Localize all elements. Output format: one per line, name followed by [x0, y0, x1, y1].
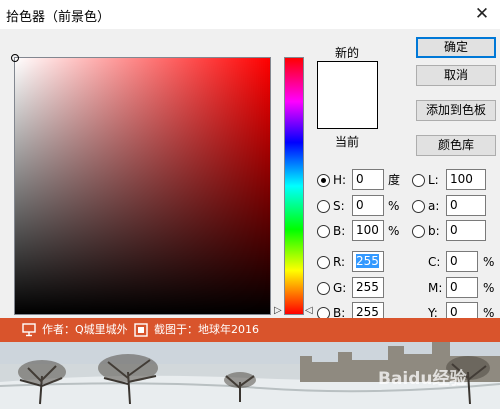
hue-field[interactable]: 0 — [352, 169, 384, 190]
radio-green[interactable] — [317, 282, 330, 295]
cyan-field[interactable]: 0 — [446, 251, 478, 272]
watermark-credit: 截图于：地球年2016 — [154, 323, 259, 336]
saturation-unit: % — [388, 199, 400, 213]
green-field[interactable]: 255 — [352, 277, 384, 298]
close-icon[interactable]: ✕ — [472, 4, 492, 24]
cancel-button[interactable]: 取消 — [416, 65, 496, 86]
screenshot-icon — [134, 323, 148, 337]
add-to-swatches-button[interactable]: 添加到色板 — [416, 100, 496, 121]
radio-brightness[interactable] — [317, 225, 330, 238]
brightness-field[interactable]: 100 — [352, 220, 384, 241]
new-color-swatch[interactable] — [317, 61, 378, 129]
hue-slider-left-arrow-icon[interactable]: ◁ — [305, 305, 313, 317]
red-field[interactable]: 255 — [352, 251, 384, 272]
magenta-unit: % — [483, 281, 495, 295]
radio-b-lab[interactable] — [412, 225, 425, 238]
a-field[interactable]: 0 — [446, 195, 486, 216]
color-cursor[interactable] — [11, 54, 19, 62]
hue-unit: 度 — [388, 173, 401, 187]
hue-slider[interactable] — [284, 57, 304, 315]
ok-button[interactable]: 确定 — [416, 37, 496, 58]
new-color-label: 新的 — [334, 46, 359, 60]
red-label: R: — [333, 255, 346, 269]
a-label: a: — [428, 199, 440, 213]
b-lab-field[interactable]: 0 — [446, 220, 486, 241]
hue-label: H: — [333, 173, 347, 187]
baidu-jingyan-watermark: Baidu经验 — [378, 369, 467, 389]
radio-a[interactable] — [412, 200, 425, 213]
radio-saturation[interactable] — [317, 200, 330, 213]
saturation-brightness-field[interactable] — [11, 54, 271, 315]
lightness-label: L: — [428, 173, 439, 187]
saturation-field[interactable]: 0 — [352, 195, 384, 216]
radio-lightness[interactable] — [412, 174, 425, 187]
green-label: G: — [333, 281, 347, 295]
current-color-label: 当前 — [334, 135, 359, 149]
cyan-label: C: — [428, 255, 441, 269]
watermark-author: 作者：Q城里城外 — [42, 323, 128, 336]
watermark-bar: 作者：Q城里城外 截图于：地球年2016 — [0, 318, 500, 342]
hue-slider-right-arrow-icon[interactable]: ▷ — [274, 305, 282, 317]
color-picker-dialog: 拾色器（前景色） ✕ ▷ ◁ 新的 当前 确定 取消 添加到色板 颜色库 H: … — [0, 0, 500, 323]
brightness-label: B: — [333, 224, 346, 238]
brightness-unit: % — [388, 224, 400, 238]
magenta-field[interactable]: 0 — [446, 277, 478, 298]
magenta-label: M: — [428, 281, 443, 295]
window-title: 拾色器（前景色） — [6, 10, 111, 25]
b-lab-label: b: — [428, 224, 440, 238]
radio-red[interactable] — [317, 256, 330, 269]
radio-hue[interactable] — [317, 174, 330, 187]
cyan-unit: % — [483, 255, 495, 269]
saturation-label: S: — [333, 199, 345, 213]
landscape-photo: Baidu经验 — [0, 342, 500, 409]
monitor-icon — [22, 323, 36, 337]
color-libraries-button[interactable]: 颜色库 — [416, 135, 496, 156]
title-bar: 拾色器（前景色） ✕ — [0, 0, 500, 29]
lightness-field[interactable]: 100 — [446, 169, 486, 190]
